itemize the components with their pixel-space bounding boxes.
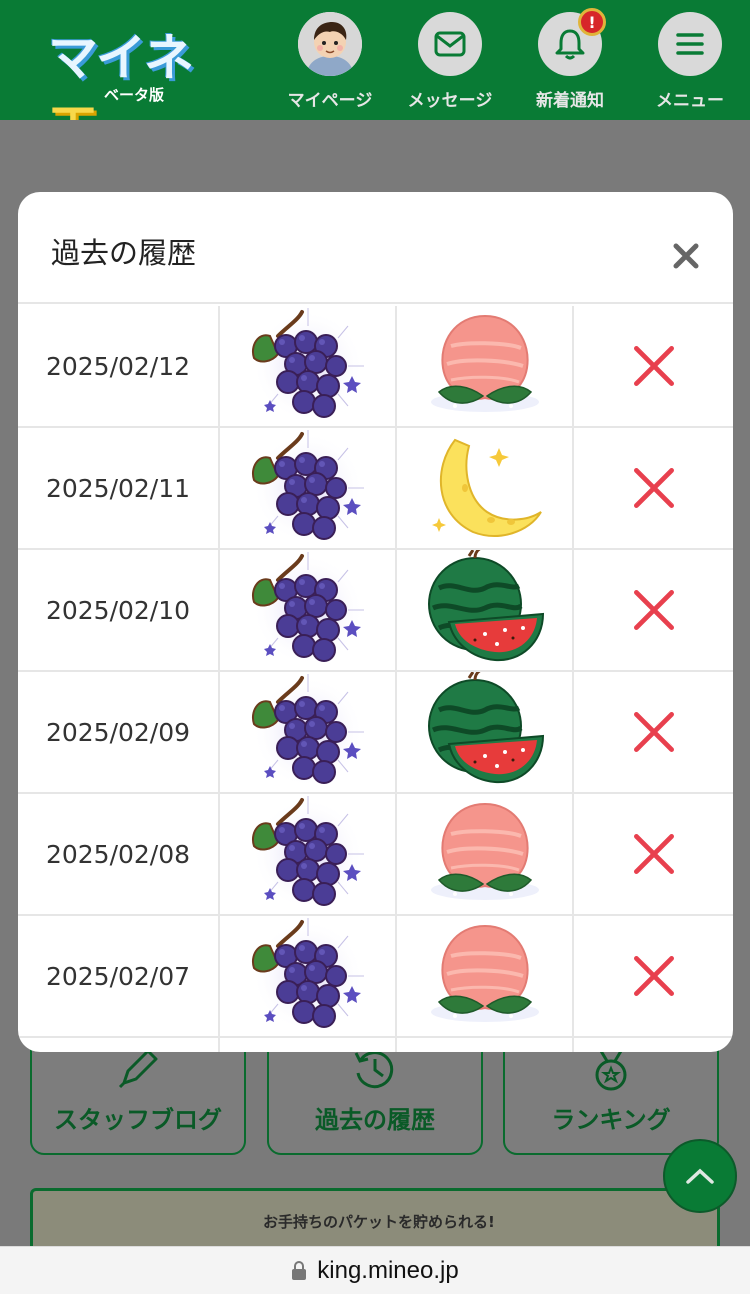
miss-mark-icon — [574, 306, 733, 426]
row-date: 2025/02/11 — [18, 428, 220, 548]
nav-label: マイページ — [287, 91, 373, 111]
miss-mark-icon — [574, 428, 733, 548]
nav-messages[interactable]: メッセージ — [400, 12, 500, 111]
scroll-top-button[interactable] — [663, 1139, 737, 1213]
history-row: 2025/02/12 — [18, 306, 733, 428]
hamburger-icon — [658, 12, 722, 76]
result-fruit-icon — [397, 794, 574, 914]
envelope-icon — [418, 12, 482, 76]
pick-fruit-icon — [220, 916, 397, 1036]
miss-mark-icon — [574, 672, 733, 792]
history-table: 2025/02/12 2025/02/11 2025/02/10 2025/02/09… — [18, 306, 733, 1052]
history-icon — [352, 1047, 398, 1097]
nav-label: メッセージ — [407, 91, 493, 111]
nav-notifications[interactable]: ! 新着通知 — [520, 8, 620, 111]
site-logo[interactable]: マイネ王 ベータ版 — [48, 18, 218, 159]
row-date-cell — [18, 1038, 220, 1052]
miss-mark-icon — [574, 550, 733, 670]
medal-icon — [591, 1047, 631, 1097]
result-fruit-icon — [397, 306, 574, 426]
bell-icon: ! — [538, 8, 606, 76]
modal-header: 過去の履歴 — [18, 192, 733, 304]
pick-fruit-icon — [220, 672, 397, 792]
lock-icon — [292, 1260, 307, 1280]
result-fruit-icon — [397, 916, 574, 1036]
pick-fruit-icon — [220, 428, 397, 548]
nav-mypage[interactable]: マイページ — [280, 12, 380, 111]
history-modal: 過去の履歴 2025/02/12 2025/02/11 2025/02/10 2025… — [18, 192, 733, 1052]
pen-icon — [116, 1047, 160, 1095]
row-date: 2025/02/10 — [18, 550, 220, 670]
ranking-label: ランキング — [551, 1106, 671, 1134]
result-cell — [397, 1038, 574, 1052]
avatar-icon — [298, 12, 362, 76]
history-row: 2025/02/07 — [18, 916, 733, 1038]
close-icon — [673, 243, 699, 269]
row-date: 2025/02/12 — [18, 306, 220, 426]
browser-url-bar[interactable]: king.mineo.jp — [0, 1246, 750, 1294]
banner-text: お手持ちのパケットを貯められる! — [263, 1213, 495, 1231]
miss-mark-icon — [574, 794, 733, 914]
close-button[interactable] — [666, 236, 706, 276]
staff-blog-label: スタッフブログ — [54, 1106, 222, 1134]
url-text: king.mineo.jp — [317, 1256, 459, 1284]
history-label: 過去の履歴 — [315, 1106, 435, 1134]
nav-label: メニュー — [656, 91, 724, 111]
notification-badge: ! — [578, 8, 606, 36]
result-fruit-icon — [397, 672, 574, 792]
pick-fruit-icon — [220, 550, 397, 670]
pick-fruit-icon — [220, 306, 397, 426]
history-row: 2025/02/10 — [18, 550, 733, 672]
miss-mark-icon — [574, 916, 733, 1036]
pick-fruit-icon — [220, 794, 397, 914]
history-row: 2025/02/08 — [18, 794, 733, 916]
result-fruit-icon — [397, 550, 574, 670]
row-date: 2025/02/07 — [18, 916, 220, 1036]
nav-menu[interactable]: メニュー — [640, 12, 740, 111]
logo-subtitle: ベータ版 — [104, 86, 165, 104]
app-header: マイネ王 ベータ版 マイページ メッセージ — [0, 0, 750, 159]
history-row-partial — [18, 1038, 733, 1052]
history-row: 2025/02/09 — [18, 672, 733, 794]
row-date: 2025/02/09 — [18, 672, 220, 792]
pick-cell — [220, 1038, 397, 1052]
result-fruit-icon — [397, 428, 574, 548]
chevron-up-icon — [686, 1168, 714, 1184]
modal-title: 過去の履歴 — [51, 236, 197, 270]
nav-label: 新着通知 — [536, 91, 604, 111]
row-date: 2025/02/08 — [18, 794, 220, 914]
history-row: 2025/02/11 — [18, 428, 733, 550]
